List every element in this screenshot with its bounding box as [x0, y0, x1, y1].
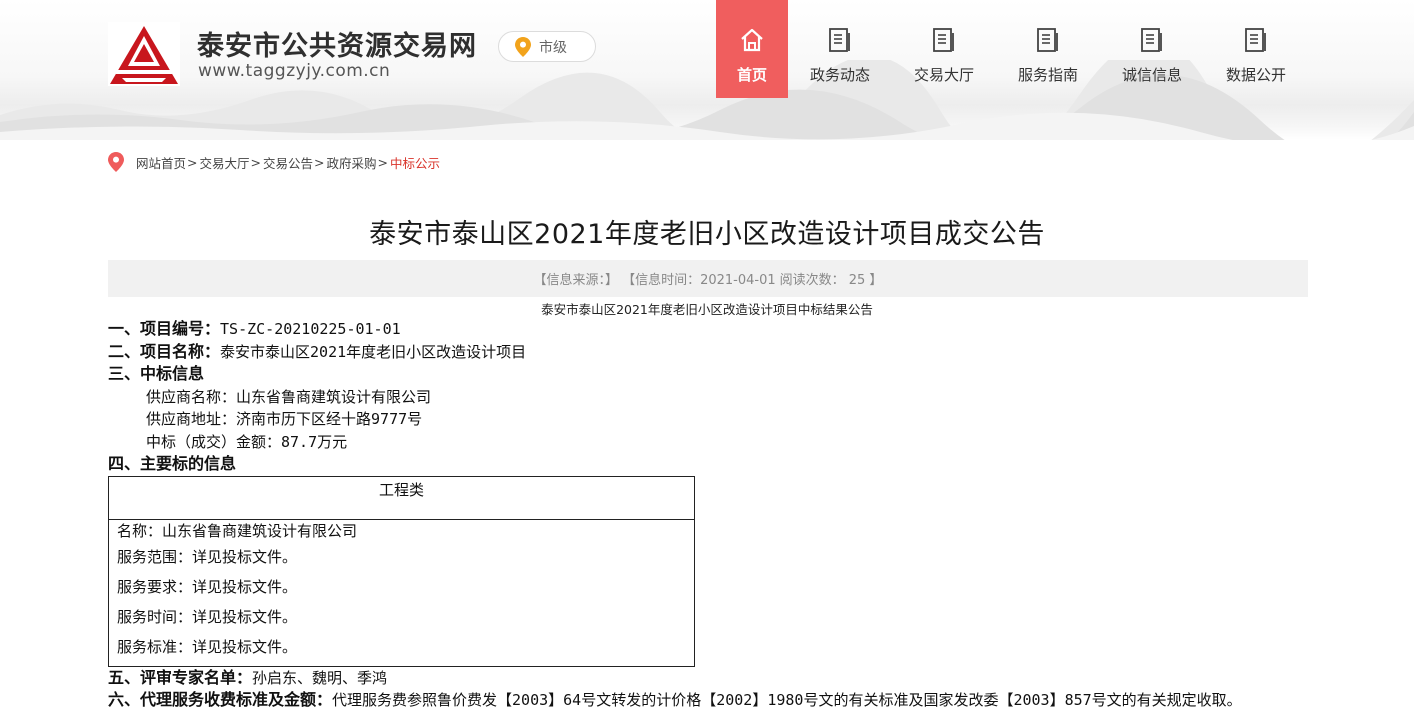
section-label: 六、代理服务收费标准及金额：	[108, 692, 333, 709]
document-icon	[933, 28, 954, 52]
meta-reads: 阅读次数： 25 】	[779, 273, 883, 288]
nav-credit-info-label: 诚信信息	[1121, 66, 1182, 84]
document-icon	[1141, 28, 1162, 52]
section-project-number: 一、项目编号：TS-ZC-20210225-01-01	[108, 318, 1308, 341]
section-agency-fee: 六、代理服务收费标准及金额：代理服务费参照鲁价费发【2003】64号文转发的计价…	[108, 689, 1308, 713]
nav-home-label: 首页	[736, 66, 767, 84]
nav-home[interactable]: 首页	[716, 0, 788, 98]
breadcrumb-separator: >	[250, 154, 261, 170]
nav-credit-info[interactable]: 诚信信息	[1100, 0, 1204, 98]
breadcrumb-current[interactable]: 中标公示	[390, 153, 440, 172]
document-icon	[1037, 28, 1058, 52]
site-logo[interactable]	[108, 22, 180, 86]
table-row: 名称：山东省鲁商建筑设计有限公司	[117, 521, 358, 540]
table-row: 服务标准：详见投标文件。	[117, 637, 298, 656]
site-title[interactable]: 泰安市公共资源交易网	[197, 24, 477, 63]
section-experts: 五、评审专家名单：孙启东、魏明、季鸿	[108, 667, 1308, 690]
breadcrumb-item-trading-hall[interactable]: 交易大厅	[200, 153, 250, 172]
breadcrumb-separator: >	[187, 154, 198, 170]
site-header: 泰安市公共资源交易网 www.taggzyjy.com.cn 市级 首页 政务动…	[0, 0, 1414, 140]
section-main-subject: 四、主要标的信息	[108, 453, 1308, 476]
award-amount: 中标（成交）金额：87.7万元	[146, 432, 348, 451]
section-award-info: 三、中标信息	[108, 363, 1308, 386]
table-row: 服务范围：详见投标文件。	[117, 547, 298, 566]
breadcrumb-separator: >	[377, 154, 388, 170]
nav-trading-hall-label: 交易大厅	[913, 66, 974, 84]
supplier-name: 供应商名称：山东省鲁商建筑设计有限公司	[146, 387, 432, 406]
section-label: 四、主要标的信息	[108, 456, 237, 473]
article-body: 一、项目编号：TS-ZC-20210225-01-01 二、项目名称：泰安市泰山…	[108, 318, 1308, 713]
nav-government-news[interactable]: 政务动态	[788, 0, 892, 98]
section-label: 五、评审专家名单：	[108, 669, 253, 687]
nav-data-public-label: 数据公开	[1225, 66, 1286, 84]
table-header: 工程类	[108, 475, 695, 520]
nav-trading-hall[interactable]: 交易大厅	[892, 0, 996, 98]
section-project-name: 二、项目名称：泰安市泰山区2021年度老旧小区改造设计项目	[108, 341, 1308, 364]
document-icon	[1245, 28, 1266, 52]
nav-service-guide-label: 服务指南	[1017, 66, 1078, 84]
table-row: 服务要求：详见投标文件。	[117, 577, 298, 596]
section-label: 三、中标信息	[108, 366, 205, 383]
city-selector[interactable]: 市级	[498, 31, 596, 62]
agency-fee-value: 代理服务费参照鲁价费发【2003】64号文转发的计价格【2002】1980号文的…	[332, 691, 1242, 709]
breadcrumb-separator: >	[314, 154, 325, 170]
article-title: 泰安市泰山区2021年度老旧小区改造设计项目成交公告	[369, 219, 1045, 250]
subject-info-table: 工程类 名称：山东省鲁商建筑设计有限公司 服务范围：详见投标文件。 服务要求：详…	[108, 475, 695, 667]
nav-government-news-label: 政务动态	[809, 66, 870, 84]
table-row: 服务时间：详见投标文件。	[117, 607, 298, 626]
meta-source: 【信息来源：】	[533, 273, 619, 288]
project-number-value: TS-ZC-20210225-01-01	[220, 320, 401, 338]
table-body: 名称：山东省鲁商建筑设计有限公司 服务范围：详见投标文件。 服务要求：详见投标文…	[108, 518, 695, 667]
section-label: 一、项目编号：	[108, 321, 221, 338]
home-icon	[741, 28, 763, 52]
article-meta-bar: 【信息来源：】 【信息时间：2021-04-01 阅读次数： 25 】	[108, 260, 1308, 297]
experts-value: 孙启东、魏明、季鸿	[252, 668, 388, 687]
breadcrumb-item-home[interactable]: 网站首页	[136, 153, 186, 172]
breadcrumb-item-gov-procurement[interactable]: 政府采购	[327, 153, 377, 172]
section-label: 二、项目名称：	[108, 343, 221, 361]
supplier-address: 供应商地址：济南市历下区经十路9777号	[146, 410, 423, 428]
document-icon	[829, 28, 850, 52]
site-url[interactable]: www.taggzyjy.com.cn	[198, 61, 390, 81]
location-pin-icon	[515, 36, 531, 57]
nav-data-public[interactable]: 数据公开	[1204, 0, 1308, 98]
main-nav: 首页 政务动态 交易大厅 服务指南 诚信信息 数据公开	[716, 0, 1308, 98]
breadcrumb: 网站首页 > 交易大厅 > 交易公告 > 政府采购 > 中标公示	[108, 152, 440, 172]
location-pin-icon	[108, 152, 124, 172]
meta-time: 【信息时间：2021-04-01	[622, 273, 776, 288]
city-label: 市级	[539, 39, 567, 56]
article-subtitle: 泰安市泰山区2021年度老旧小区改造设计项目中标结果公告	[541, 302, 873, 317]
nav-service-guide[interactable]: 服务指南	[996, 0, 1100, 98]
project-name-value: 泰安市泰山区2021年度老旧小区改造设计项目	[220, 342, 527, 361]
breadcrumb-item-trade-notice[interactable]: 交易公告	[263, 153, 313, 172]
